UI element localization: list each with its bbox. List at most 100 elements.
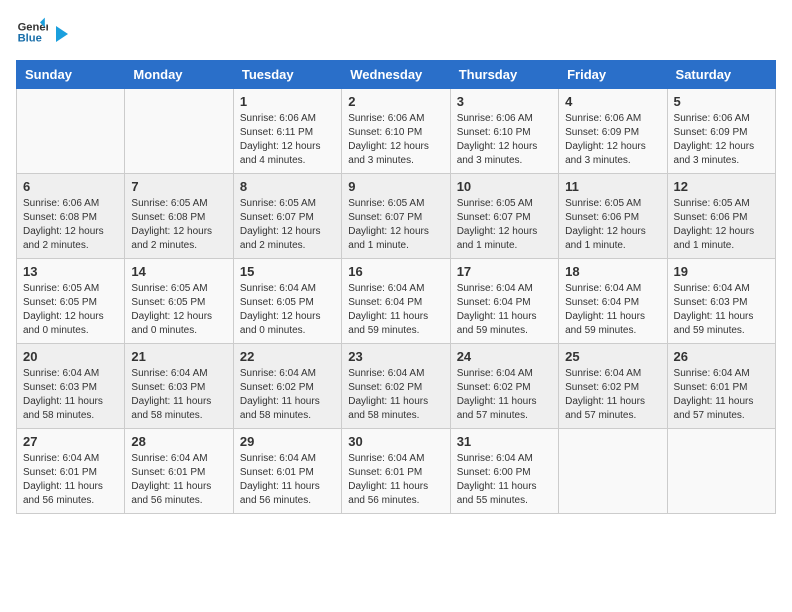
day-number: 29 bbox=[240, 434, 335, 449]
calendar-day-cell: 21 Sunrise: 6:04 AM Sunset: 6:03 PM Dayli… bbox=[125, 344, 233, 429]
day-info: Sunrise: 6:05 AM Sunset: 6:05 PM Dayligh… bbox=[23, 282, 118, 338]
calendar-day-cell: 22 Sunrise: 6:04 AM Sunset: 6:02 PM Dayli… bbox=[233, 344, 341, 429]
day-number: 17 bbox=[457, 264, 552, 279]
day-number: 14 bbox=[131, 264, 226, 279]
day-info: Sunrise: 6:04 AM Sunset: 6:01 PM Dayligh… bbox=[348, 452, 443, 508]
day-number: 21 bbox=[131, 349, 226, 364]
day-number: 11 bbox=[565, 179, 660, 194]
day-number: 7 bbox=[131, 179, 226, 194]
calendar-day-cell: 24 Sunrise: 6:04 AM Sunset: 6:02 PM Dayli… bbox=[450, 344, 558, 429]
day-number: 12 bbox=[674, 179, 769, 194]
day-of-week-header: Monday bbox=[125, 61, 233, 89]
calendar-day-cell: 25 Sunrise: 6:04 AM Sunset: 6:02 PM Dayli… bbox=[559, 344, 667, 429]
day-info: Sunrise: 6:04 AM Sunset: 6:04 PM Dayligh… bbox=[565, 282, 660, 338]
calendar-day-cell: 3 Sunrise: 6:06 AM Sunset: 6:10 PM Daylig… bbox=[450, 89, 558, 174]
day-number: 27 bbox=[23, 434, 118, 449]
day-info: Sunrise: 6:04 AM Sunset: 6:03 PM Dayligh… bbox=[131, 367, 226, 423]
day-number: 19 bbox=[674, 264, 769, 279]
day-info: Sunrise: 6:06 AM Sunset: 6:09 PM Dayligh… bbox=[565, 112, 660, 168]
logo: General Blue bbox=[16, 16, 72, 48]
day-info: Sunrise: 6:06 AM Sunset: 6:08 PM Dayligh… bbox=[23, 197, 118, 253]
day-number: 9 bbox=[348, 179, 443, 194]
day-number: 1 bbox=[240, 94, 335, 109]
calendar-day-cell: 20Sunrise: 6:04 AM Sunset: 6:03 PM Dayli… bbox=[17, 344, 125, 429]
calendar-day-cell: 16 Sunrise: 6:04 AM Sunset: 6:04 PM Dayli… bbox=[342, 259, 450, 344]
day-number: 30 bbox=[348, 434, 443, 449]
calendar-day-cell: 8 Sunrise: 6:05 AM Sunset: 6:07 PM Daylig… bbox=[233, 174, 341, 259]
calendar-day-cell bbox=[17, 89, 125, 174]
calendar-day-cell: 1 Sunrise: 6:06 AM Sunset: 6:11 PM Daylig… bbox=[233, 89, 341, 174]
calendar-day-cell: 4 Sunrise: 6:06 AM Sunset: 6:09 PM Daylig… bbox=[559, 89, 667, 174]
day-info: Sunrise: 6:04 AM Sunset: 6:03 PM Dayligh… bbox=[674, 282, 769, 338]
calendar-day-cell: 30 Sunrise: 6:04 AM Sunset: 6:01 PM Dayli… bbox=[342, 429, 450, 514]
logo-icon: General Blue bbox=[16, 16, 48, 48]
day-of-week-header: Thursday bbox=[450, 61, 558, 89]
day-info: Sunrise: 6:04 AM Sunset: 6:05 PM Dayligh… bbox=[240, 282, 335, 338]
day-info: Sunrise: 6:04 AM Sunset: 6:00 PM Dayligh… bbox=[457, 452, 552, 508]
calendar-day-cell: 28 Sunrise: 6:04 AM Sunset: 6:01 PM Dayli… bbox=[125, 429, 233, 514]
calendar-body: 1 Sunrise: 6:06 AM Sunset: 6:11 PM Daylig… bbox=[17, 89, 776, 514]
calendar-week-row: 27 Sunrise: 6:04 AM Sunset: 6:01 PM Dayli… bbox=[17, 429, 776, 514]
calendar-day-cell: 27Sunrise: 6:04 AM Sunset: 6:01 PM Dayli… bbox=[17, 429, 125, 514]
calendar-day-cell: 11Sunrise: 6:05 AM Sunset: 6:06 PM Dayli… bbox=[559, 174, 667, 259]
calendar-day-cell: 9Sunrise: 6:05 AM Sunset: 6:07 PM Daylig… bbox=[342, 174, 450, 259]
calendar-day-cell bbox=[667, 429, 775, 514]
day-number: 16 bbox=[348, 264, 443, 279]
day-info: Sunrise: 6:04 AM Sunset: 6:02 PM Dayligh… bbox=[457, 367, 552, 423]
calendar-day-cell: 15Sunrise: 6:04 AM Sunset: 6:05 PM Dayli… bbox=[233, 259, 341, 344]
day-number: 23 bbox=[348, 349, 443, 364]
logo-chevron-icon bbox=[52, 24, 72, 44]
calendar-day-cell: 6 Sunrise: 6:06 AM Sunset: 6:08 PM Daylig… bbox=[17, 174, 125, 259]
day-number: 2 bbox=[348, 94, 443, 109]
day-info: Sunrise: 6:04 AM Sunset: 6:02 PM Dayligh… bbox=[240, 367, 335, 423]
page-header: General Blue bbox=[16, 16, 776, 48]
calendar-week-row: 1 Sunrise: 6:06 AM Sunset: 6:11 PM Daylig… bbox=[17, 89, 776, 174]
day-info: Sunrise: 6:05 AM Sunset: 6:06 PM Dayligh… bbox=[674, 197, 769, 253]
day-info: Sunrise: 6:06 AM Sunset: 6:11 PM Dayligh… bbox=[240, 112, 335, 168]
day-number: 5 bbox=[674, 94, 769, 109]
calendar-day-cell: 12 Sunrise: 6:05 AM Sunset: 6:06 PM Dayli… bbox=[667, 174, 775, 259]
day-number: 22 bbox=[240, 349, 335, 364]
calendar-day-cell: 17 Sunrise: 6:04 AM Sunset: 6:04 PM Dayli… bbox=[450, 259, 558, 344]
calendar-week-row: 20 Sunrise: 6:04 AM Sunset: 6:03 PM Dayli… bbox=[17, 344, 776, 429]
calendar-day-cell bbox=[125, 89, 233, 174]
day-number: 13 bbox=[23, 264, 118, 279]
day-info: Sunrise: 6:05 AM Sunset: 6:07 PM Dayligh… bbox=[240, 197, 335, 253]
calendar-day-cell: 7 Sunrise: 6:05 AM Sunset: 6:08 PM Daylig… bbox=[125, 174, 233, 259]
day-number: 20 bbox=[23, 349, 118, 364]
day-info: Sunrise: 6:05 AM Sunset: 6:08 PM Dayligh… bbox=[131, 197, 226, 253]
day-number: 10 bbox=[457, 179, 552, 194]
day-info: Sunrise: 6:04 AM Sunset: 6:04 PM Dayligh… bbox=[457, 282, 552, 338]
calendar-day-cell: 31 Sunrise: 6:04 AM Sunset: 6:00 PM Dayli… bbox=[450, 429, 558, 514]
calendar-day-cell: 23Sunrise: 6:04 AM Sunset: 6:02 PM Dayli… bbox=[342, 344, 450, 429]
day-number: 6 bbox=[23, 179, 118, 194]
day-of-week-header: Sunday bbox=[17, 61, 125, 89]
day-of-week-header: Friday bbox=[559, 61, 667, 89]
calendar-table: SundayMondayTuesdayWednesdayThursdayFrid… bbox=[16, 60, 776, 514]
day-number: 8 bbox=[240, 179, 335, 194]
day-info: Sunrise: 6:06 AM Sunset: 6:09 PM Dayligh… bbox=[674, 112, 769, 168]
calendar-header: SundayMondayTuesdayWednesdayThursdayFrid… bbox=[17, 61, 776, 89]
day-info: Sunrise: 6:06 AM Sunset: 6:10 PM Dayligh… bbox=[348, 112, 443, 168]
calendar-day-cell: 2 Sunrise: 6:06 AM Sunset: 6:10 PM Daylig… bbox=[342, 89, 450, 174]
day-info: Sunrise: 6:04 AM Sunset: 6:01 PM Dayligh… bbox=[131, 452, 226, 508]
day-info: Sunrise: 6:04 AM Sunset: 6:02 PM Dayligh… bbox=[565, 367, 660, 423]
calendar-day-cell: 26Sunrise: 6:04 AM Sunset: 6:01 PM Dayli… bbox=[667, 344, 775, 429]
day-number: 24 bbox=[457, 349, 552, 364]
day-number: 4 bbox=[565, 94, 660, 109]
day-info: Sunrise: 6:06 AM Sunset: 6:10 PM Dayligh… bbox=[457, 112, 552, 168]
calendar-day-cell bbox=[559, 429, 667, 514]
day-info: Sunrise: 6:04 AM Sunset: 6:04 PM Dayligh… bbox=[348, 282, 443, 338]
day-number: 3 bbox=[457, 94, 552, 109]
day-info: Sunrise: 6:05 AM Sunset: 6:05 PM Dayligh… bbox=[131, 282, 226, 338]
calendar-day-cell: 19 Sunrise: 6:04 AM Sunset: 6:03 PM Dayli… bbox=[667, 259, 775, 344]
day-number: 28 bbox=[131, 434, 226, 449]
day-of-week-header: Saturday bbox=[667, 61, 775, 89]
calendar-week-row: 13 Sunrise: 6:05 AM Sunset: 6:05 PM Dayli… bbox=[17, 259, 776, 344]
calendar-day-cell: 18 Sunrise: 6:04 AM Sunset: 6:04 PM Dayli… bbox=[559, 259, 667, 344]
calendar-day-cell: 29Sunrise: 6:04 AM Sunset: 6:01 PM Dayli… bbox=[233, 429, 341, 514]
day-number: 31 bbox=[457, 434, 552, 449]
calendar-day-cell: 13 Sunrise: 6:05 AM Sunset: 6:05 PM Dayli… bbox=[17, 259, 125, 344]
day-number: 25 bbox=[565, 349, 660, 364]
day-number: 18 bbox=[565, 264, 660, 279]
